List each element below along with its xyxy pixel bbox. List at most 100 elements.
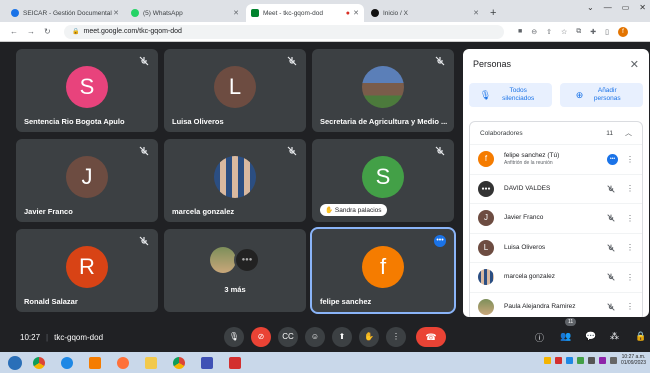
person-row[interactable]: f felipe sanchez (Tú) Anfitrión de la reu… xyxy=(470,144,642,174)
people-count-badge: 11 xyxy=(565,318,577,326)
zoom-icon[interactable]: ⊖ xyxy=(531,28,537,36)
avatar: L xyxy=(214,66,256,108)
participant-tile[interactable]: S Sentencia Rio Bogota Apulo xyxy=(16,49,158,132)
close-panel-icon[interactable]: ✕ xyxy=(630,58,639,71)
volume-icon[interactable] xyxy=(609,356,617,364)
participant-tile[interactable]: Secretaria de Agricultura y Medio ... xyxy=(312,49,454,132)
camera-icon[interactable]: ■ xyxy=(518,28,522,35)
mic-button[interactable]: 🎙 xyxy=(224,327,244,347)
camera-off-button[interactable]: ⊘ xyxy=(251,327,271,347)
tab-x[interactable]: Inicio / X ✕ xyxy=(366,4,484,22)
extensions-icon[interactable]: ⧉ xyxy=(576,28,581,36)
more-options-button[interactable]: ⋮ xyxy=(386,327,406,347)
tab-seicar[interactable]: SEICAR - Gestión Documental ✕ xyxy=(6,4,124,22)
taskbar-media[interactable] xyxy=(84,354,106,372)
person-name: DAVID VALDES xyxy=(504,184,551,192)
person-row[interactable]: Paula Alejandra Ramirez ⋮ xyxy=(470,291,642,318)
puzzle-icon[interactable]: ✚ xyxy=(590,28,596,36)
more-participants-tile[interactable]: ●●● 3 más xyxy=(164,229,306,312)
participant-tile-self[interactable]: f ••• felipe sanchez xyxy=(310,227,456,314)
participant-tile[interactable]: R Ronald Salazar xyxy=(16,229,158,312)
ie-icon xyxy=(61,356,73,369)
mute-all-button[interactable]: 🎙 Todos silenciados xyxy=(469,83,552,107)
mic-off-icon[interactable] xyxy=(606,213,616,223)
close-icon[interactable]: ✕ xyxy=(233,9,239,17)
taskbar-chrome-2[interactable] xyxy=(168,354,190,372)
tray-icon[interactable] xyxy=(565,356,573,364)
share-icon[interactable]: ⇧ xyxy=(546,28,552,36)
tray-icon[interactable] xyxy=(587,356,595,364)
avatar: f xyxy=(362,246,404,288)
captions-button[interactable]: CC xyxy=(278,327,298,347)
taskbar-explorer[interactable] xyxy=(140,354,162,372)
close-icon[interactable]: ✕ xyxy=(113,9,119,17)
raise-hand-button[interactable]: ✋ xyxy=(359,327,379,347)
taskbar-acrobat[interactable] xyxy=(224,354,246,372)
sidebar-icon[interactable]: ▯ xyxy=(605,28,609,36)
mic-off-icon[interactable] xyxy=(606,272,616,282)
tray-icon[interactable] xyxy=(554,356,562,364)
start-button[interactable] xyxy=(8,355,22,370)
more-options-icon[interactable]: ⋮ xyxy=(626,155,634,164)
new-tab-button[interactable]: + xyxy=(490,4,496,22)
tray-icon[interactable] xyxy=(598,356,606,364)
reactions-button[interactable]: ☺ xyxy=(305,327,325,347)
participant-tile[interactable]: S ✋ Sandra palacios xyxy=(312,139,454,222)
chat-icon[interactable]: 💬 xyxy=(585,331,596,342)
chevron-up-icon[interactable]: ︿ xyxy=(625,128,632,138)
mic-off-icon xyxy=(287,146,297,156)
firefox-icon xyxy=(117,356,129,369)
more-options-icon[interactable]: ⋮ xyxy=(626,214,634,223)
avatar: L xyxy=(478,239,494,256)
present-button[interactable]: ⬆ xyxy=(332,327,352,347)
star-icon[interactable]: ☆ xyxy=(561,28,567,36)
taskbar-ie[interactable] xyxy=(56,354,78,372)
close-icon[interactable]: ✕ xyxy=(353,9,359,17)
person-row[interactable]: L Luisa Oliveros ⋮ xyxy=(470,232,642,263)
more-options-icon[interactable]: ⋮ xyxy=(626,302,634,311)
tray-icon[interactable] xyxy=(576,356,584,364)
host-controls-icon[interactable]: 🔒 xyxy=(635,331,646,342)
participant-tile[interactable]: J Javier Franco xyxy=(16,139,158,222)
more-options-icon[interactable]: ⋮ xyxy=(626,243,634,252)
people-icon[interactable]: 👥 xyxy=(560,331,571,342)
forward-icon[interactable]: → xyxy=(27,27,35,36)
divider: | xyxy=(46,332,49,342)
activities-icon[interactable]: ⁂ xyxy=(610,331,619,342)
tab-search-icon[interactable]: ⌄ xyxy=(587,3,594,12)
reload-icon[interactable]: ↻ xyxy=(44,27,51,36)
person-row[interactable]: ●●● DAVID VALDES ⋮ xyxy=(470,173,642,204)
participant-tile[interactable]: L Luisa Oliveros xyxy=(164,49,306,132)
tab-whatsapp[interactable]: (5) WhatsApp ✕ xyxy=(126,4,244,22)
person-row[interactable]: marcela gonzalez ⋮ xyxy=(470,262,642,292)
taskbar-chrome[interactable] xyxy=(28,354,50,372)
maximize-icon[interactable]: ▭ xyxy=(622,3,630,12)
close-window-icon[interactable]: ✕ xyxy=(639,3,646,12)
tab-meet[interactable]: Meet - tkc-gqom-dod ● ✕ xyxy=(246,4,364,22)
lock-icon[interactable]: 🔒 xyxy=(72,28,79,35)
mic-off-icon[interactable] xyxy=(606,243,616,253)
more-options-icon[interactable]: ••• xyxy=(434,235,446,247)
info-icon[interactable]: ⓘ xyxy=(535,331,544,344)
person-row[interactable]: J Javier Franco ⋮ xyxy=(470,203,642,233)
minimize-icon[interactable]: — xyxy=(604,3,612,12)
more-options-icon[interactable]: ⋮ xyxy=(626,273,634,282)
contributors-header[interactable]: Colaboradores 11 ︿ xyxy=(470,122,642,144)
more-options-icon[interactable]: ⋮ xyxy=(626,184,634,193)
close-icon[interactable]: ✕ xyxy=(473,9,479,17)
add-people-button[interactable]: ⊕ Añadir personas xyxy=(560,83,643,107)
tray-icon[interactable] xyxy=(543,356,551,364)
mic-off-icon xyxy=(139,236,149,246)
url-field[interactable]: 🔒 meet.google.com/tkc-gqom-dod xyxy=(64,24,504,39)
mic-off-icon[interactable] xyxy=(606,302,616,312)
address-bar: ← → ↻ 🔒 meet.google.com/tkc-gqom-dod ■ ⊖ … xyxy=(0,22,650,42)
mic-off-icon[interactable] xyxy=(606,184,616,194)
participant-tile[interactable]: marcela gonzalez xyxy=(164,139,306,222)
participant-name: Ronald Salazar xyxy=(24,297,78,306)
back-icon[interactable]: ← xyxy=(10,27,18,36)
taskbar-firefox[interactable] xyxy=(112,354,134,372)
profile-avatar[interactable]: f xyxy=(618,26,628,37)
taskbar-app[interactable] xyxy=(196,354,218,372)
leave-call-button[interactable]: ☎ xyxy=(416,327,446,347)
clock[interactable]: 10:27 a.m. 01/09/2023 xyxy=(621,354,646,366)
